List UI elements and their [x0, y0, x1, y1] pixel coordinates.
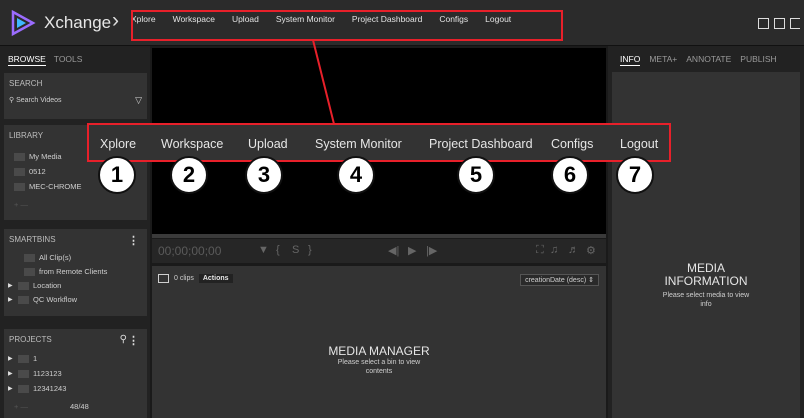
actions-button[interactable]: Actions	[198, 274, 233, 283]
layout-split-icon[interactable]	[758, 18, 769, 29]
media-information-subtitle: Please select media to view info	[662, 292, 750, 308]
search-input[interactable]: ⚲ Search Videos ▽	[9, 95, 142, 110]
projects-count: 48/48	[70, 402, 89, 411]
filter-icon[interactable]: ▽	[135, 95, 142, 106]
mark-in-icon[interactable]: {	[276, 244, 280, 256]
folder-icon	[18, 281, 29, 290]
kebab-menu-icon[interactable]: ⋮	[128, 234, 139, 247]
top-bar: Xchange › Xplore Workspace Upload System…	[0, 0, 804, 46]
project-item[interactable]: ▶ 1123123	[8, 369, 62, 378]
folder-icon	[14, 152, 25, 161]
scrub-bar[interactable]	[152, 234, 606, 238]
library-item[interactable]: MEC-CHROME	[14, 182, 82, 191]
search-placeholder: Search Videos	[16, 97, 62, 104]
settings-gear-icon[interactable]: ⚙	[586, 244, 596, 257]
folder-icon	[14, 182, 25, 191]
projects-title: PROJECTS	[9, 335, 52, 344]
callout-workspace: Workspace	[161, 137, 224, 151]
folder-icon	[18, 369, 29, 378]
number-badge: 5	[457, 156, 495, 194]
center-area: 00;00;00;00 ▼ { S } ◀| ▶ |▶ ⛶ ♫ ♬ ⚙ 0 cl…	[150, 46, 608, 418]
search-icon[interactable]: ⚲	[120, 334, 127, 345]
media-information-title: MEDIA INFORMATION	[664, 261, 748, 288]
expand-arrow-icon: ▶	[8, 297, 13, 303]
callout-xplore: Xplore	[100, 137, 137, 151]
chevron-right-icon[interactable]: ›	[112, 9, 119, 33]
app-title: Xchange	[44, 13, 112, 32]
folder-icon	[18, 384, 29, 393]
expand-arrow-icon: ▶	[8, 356, 13, 362]
layout-single-icon[interactable]	[774, 18, 785, 29]
number-badge: 6	[551, 156, 589, 194]
media-manager-subtitle: Please select a bin to view contents	[337, 359, 421, 375]
tab-info[interactable]: INFO	[620, 54, 641, 66]
right-sidebar: INFO META+ ANNOTATE PUBLISH MEDIA INFORM…	[608, 46, 804, 418]
subclip-icon[interactable]: S	[292, 244, 299, 256]
marker-icon[interactable]: ▼	[258, 244, 269, 256]
callout-configs: Configs	[551, 137, 594, 151]
library-title: LIBRARY	[9, 131, 44, 140]
kebab-menu-icon[interactable]: ⋮	[128, 334, 139, 347]
expand-arrow-icon: ▶	[8, 371, 13, 377]
smartbins-title: SMARTBINS	[9, 235, 56, 244]
expand-arrow-icon: ▶	[8, 283, 13, 289]
step-back-icon[interactable]: ◀|	[388, 244, 399, 257]
play-icon[interactable]: ▶	[408, 244, 416, 257]
folder-icon	[14, 167, 25, 176]
clips-icon[interactable]	[158, 274, 169, 283]
number-badge: 7	[616, 156, 654, 194]
number-badge: 2	[170, 156, 208, 194]
step-forward-icon[interactable]: |▶	[426, 244, 437, 257]
player-controls: 00;00;00;00 ▼ { S } ◀| ▶ |▶ ⛶ ♫ ♬ ⚙	[152, 239, 606, 263]
search-icon: ⚲	[9, 97, 15, 104]
smartbin-item[interactable]: ▶ QC Workflow	[8, 295, 77, 304]
tab-publish[interactable]: PUBLISH	[740, 54, 776, 66]
callout-logout: Logout	[620, 137, 659, 151]
number-badge: 1	[98, 156, 136, 194]
library-item[interactable]: 0512	[14, 167, 46, 176]
select-arrows-icon: ⇕	[588, 277, 594, 284]
expand-arrow-icon: ▶	[8, 386, 13, 392]
media-manager-title: MEDIA MANAGER	[328, 344, 430, 358]
layout-full-icon[interactable]	[790, 18, 800, 29]
number-badge: 4	[337, 156, 375, 194]
callout-nav-zoom: Xplore Workspace Upload System Monitor P…	[87, 123, 671, 162]
media-manager: 0 clips Actions creationDate (desc) ⇕ ME…	[152, 266, 606, 418]
smartbin-item[interactable]: All Clip(s)	[14, 253, 71, 262]
smartbins-panel: SMARTBINS ⋮ All Clip(s) from Remote Clie…	[4, 229, 147, 316]
audio-icon[interactable]: ♬	[568, 244, 579, 256]
number-badge: 3	[245, 156, 283, 194]
fullscreen-icon[interactable]: ⛶	[536, 244, 544, 257]
timecode: 00;00;00;00	[158, 244, 222, 258]
folder-icon	[24, 267, 35, 276]
add-remove-icons[interactable]: + —	[14, 402, 28, 411]
smartbin-item[interactable]: from Remote Clients	[14, 267, 107, 276]
folder-icon	[24, 253, 35, 262]
callout-upload: Upload	[248, 137, 288, 151]
callout-system-monitor: System Monitor	[315, 137, 402, 151]
tab-annotate[interactable]: ANNOTATE	[686, 54, 731, 66]
search-panel: SEARCH ⚲ Search Videos ▽	[4, 73, 147, 119]
left-sidebar: BROWSE TOOLS SEARCH ⚲ Search Videos ▽ LI…	[0, 46, 150, 418]
tab-tools[interactable]: TOOLS	[54, 54, 83, 66]
smartbin-item[interactable]: ▶ Location	[8, 281, 61, 290]
nav-highlight-box	[131, 10, 563, 41]
project-item[interactable]: ▶ 12341243	[8, 384, 66, 393]
callout-project-dashboard: Project Dashboard	[429, 137, 533, 151]
tab-meta[interactable]: META+	[649, 54, 677, 66]
xchange-logo-icon[interactable]	[10, 10, 36, 36]
search-title: SEARCH	[9, 79, 43, 88]
clips-count: 0 clips	[174, 275, 194, 282]
mark-out-icon[interactable]: }	[308, 244, 312, 256]
volume-icon[interactable]: ♫	[550, 244, 558, 256]
library-item[interactable]: My Media	[14, 152, 62, 161]
folder-icon	[18, 354, 29, 363]
project-item[interactable]: ▶ 1	[8, 354, 37, 363]
projects-panel: PROJECTS ⚲ ⋮ ▶ 1 ▶ 1123123 ▶ 12341243 + — 4…	[4, 329, 147, 418]
sort-select[interactable]: creationDate (desc) ⇕	[520, 274, 599, 286]
folder-icon	[18, 295, 29, 304]
tab-browse[interactable]: BROWSE	[8, 54, 46, 66]
add-remove-icons[interactable]: + —	[14, 200, 28, 209]
